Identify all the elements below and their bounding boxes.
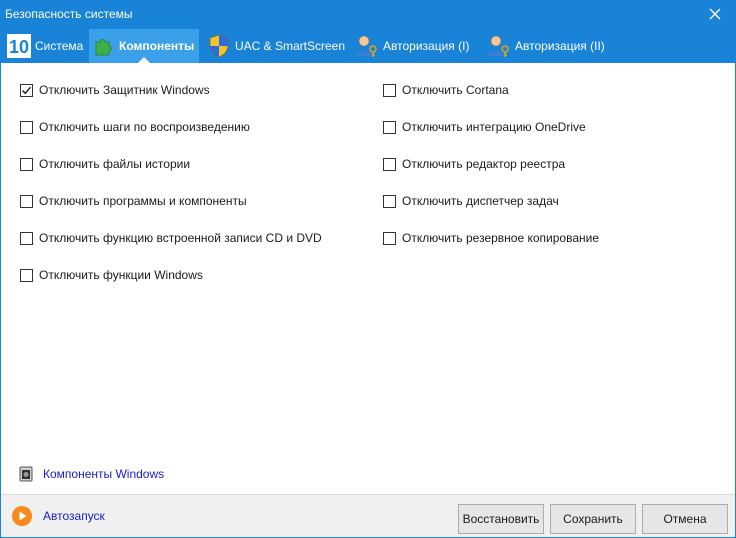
option-label: Отключить шаги по воспроизведению (39, 120, 250, 134)
user-key-icon (487, 34, 511, 58)
autorun-row: Автозапуск (11, 505, 105, 527)
option-disable-steps-recorder[interactable]: Отключить шаги по воспроизведению (20, 120, 250, 134)
checkbox[interactable] (383, 231, 396, 245)
option-disable-cortana[interactable]: Отключить Cortana (383, 83, 509, 97)
checkbox[interactable] (383, 157, 396, 171)
checkbox[interactable] (20, 194, 33, 208)
shield-icon (207, 34, 231, 58)
restore-button[interactable]: Восстановить (458, 504, 544, 534)
option-disable-programs-features[interactable]: Отключить программы и компоненты (20, 194, 247, 208)
checkbox[interactable] (383, 120, 396, 134)
tab-label: Система (35, 39, 84, 53)
option-label: Отключить функции Windows (39, 268, 203, 282)
option-label: Отключить диспетчер задач (402, 194, 559, 208)
svg-text:10: 10 (9, 37, 29, 57)
option-disable-task-manager[interactable]: Отключить диспетчер задач (383, 194, 559, 208)
option-label: Отключить интеграцию OneDrive (402, 120, 586, 134)
tab-label: UAC & SmartScreen (235, 39, 346, 53)
user-key-icon (355, 34, 379, 58)
option-label: Отключить функцию встроенной записи CD и… (39, 231, 322, 245)
dialog-window: Безопасность системы 10 Система Компонен… (0, 0, 736, 538)
tab-label: Авторизация (I) (383, 39, 470, 53)
option-disable-cd-dvd-burning[interactable]: Отключить функцию встроенной записи CD и… (20, 231, 322, 245)
option-disable-windows-features[interactable]: Отключить функции Windows (20, 268, 203, 282)
checkbox[interactable] (383, 83, 396, 97)
tab-label: Авторизация (II) (515, 39, 605, 53)
components-box-icon (19, 466, 33, 482)
tab-components[interactable]: Компоненты (89, 29, 199, 63)
tab-bar: 10 Система Компоненты UAC & SmartScreen … (1, 27, 735, 63)
option-label: Отключить Cortana (402, 83, 509, 97)
close-button[interactable] (695, 1, 735, 27)
checkbox[interactable] (20, 83, 33, 97)
checkmark-icon (21, 86, 32, 94)
checkbox[interactable] (383, 194, 396, 208)
cancel-button[interactable]: Отмена (642, 504, 728, 534)
option-label: Отключить программы и компоненты (39, 194, 247, 208)
checkbox[interactable] (20, 157, 33, 171)
components-panel: Отключить Защитник Windows Отключить шаг… (1, 63, 735, 494)
option-disable-windows-defender[interactable]: Отключить Защитник Windows (20, 83, 210, 97)
footer-bar: Автозапуск Восстановить Сохранить Отмена (1, 494, 735, 537)
option-disable-backup[interactable]: Отключить резервное копирование (383, 231, 599, 245)
tab-label: Компоненты (119, 39, 195, 53)
option-disable-registry-editor[interactable]: Отключить редактор реестра (383, 157, 565, 171)
option-disable-onedrive[interactable]: Отключить интеграцию OneDrive (383, 120, 586, 134)
checkbox[interactable] (20, 120, 33, 134)
option-disable-file-history[interactable]: Отключить файлы истории (20, 157, 190, 171)
tab-uac-smartscreen[interactable]: UAC & SmartScreen (203, 29, 351, 63)
tab-authorization-2[interactable]: Авторизация (II) (483, 29, 611, 63)
puzzle-icon (93, 34, 115, 58)
checkbox[interactable] (20, 268, 33, 282)
title-bar: Безопасность системы (1, 1, 735, 27)
windows-10-icon: 10 (7, 34, 31, 58)
option-label: Отключить Защитник Windows (39, 83, 210, 97)
option-label: Отключить редактор реестра (402, 157, 566, 171)
window-title: Безопасность системы (5, 7, 133, 21)
option-label: Отключить файлы истории (39, 157, 191, 171)
close-icon (709, 8, 721, 20)
option-label: Отключить резервное копирование (402, 231, 599, 245)
checkbox[interactable] (20, 231, 33, 245)
windows-components-link[interactable]: Компоненты Windows (43, 467, 164, 481)
windows-components-row: Компоненты Windows (19, 466, 164, 482)
autorun-link[interactable]: Автозапуск (43, 509, 105, 523)
save-button[interactable]: Сохранить (550, 504, 636, 534)
tab-authorization-1[interactable]: Авторизация (I) (351, 29, 475, 63)
play-icon[interactable] (11, 505, 33, 527)
tab-system[interactable]: 10 Система (3, 29, 89, 63)
